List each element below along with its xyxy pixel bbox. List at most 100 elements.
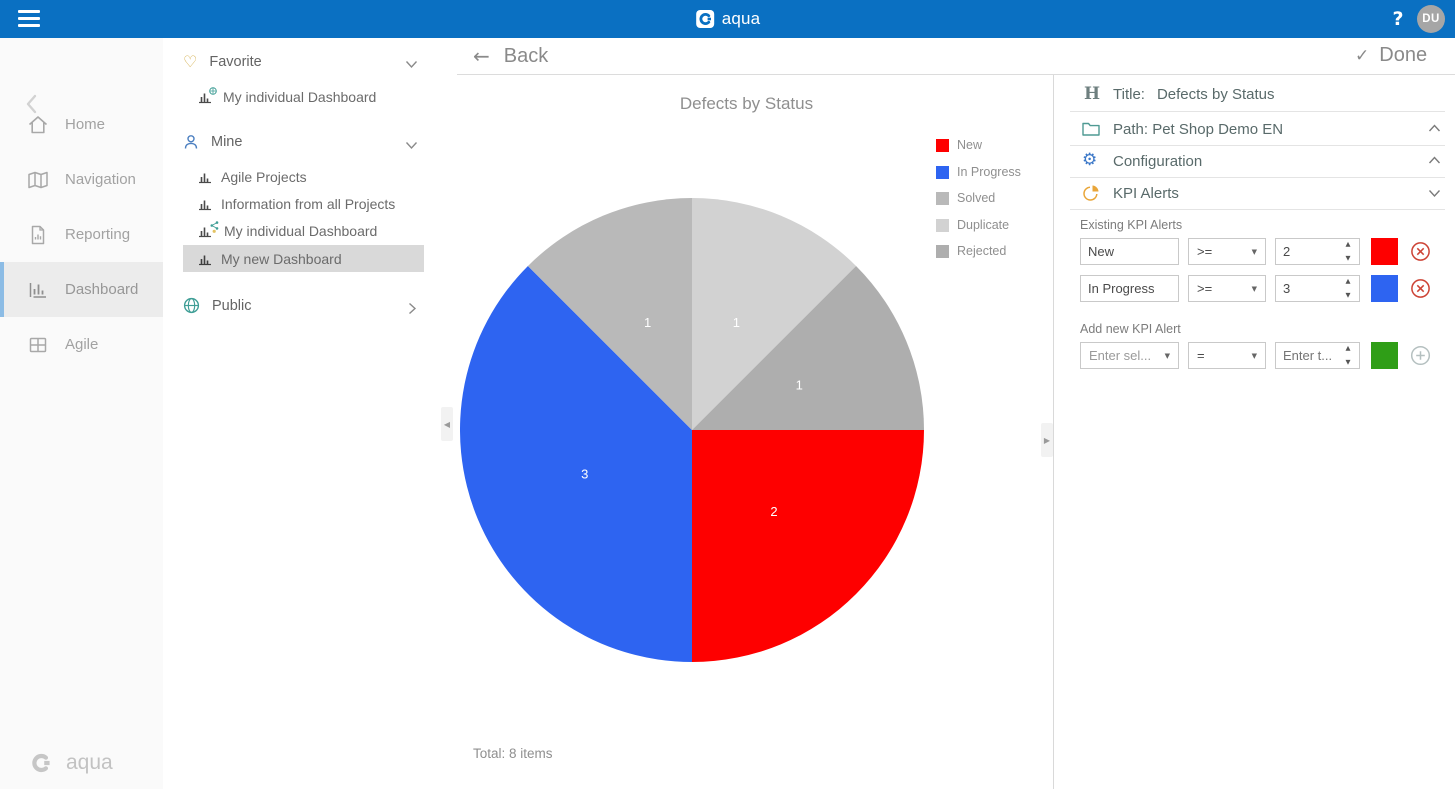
aqua-logo-icon [695, 9, 715, 29]
stepper-arrows[interactable]: ▲▼ [1342, 345, 1354, 366]
add-field-select[interactable]: Enter sel... ▼ [1080, 342, 1179, 369]
pie-chart: 23111 [460, 198, 924, 662]
alert-color-swatch[interactable] [1371, 275, 1398, 302]
legend-label: Solved [957, 192, 995, 205]
globe-badge-icon [209, 87, 217, 95]
legend-label: New [957, 139, 982, 152]
add-kpi-alert-label: Add new KPI Alert [1080, 322, 1181, 336]
add-operator-select[interactable]: = ▼ [1188, 342, 1266, 369]
tree-section-label: Favorite [209, 54, 261, 70]
add-threshold-stepper[interactable]: ▲▼ [1275, 342, 1360, 369]
panel-row-divider [1070, 209, 1445, 210]
legend-item-rejected[interactable]: Rejected [936, 245, 1021, 258]
tree-item-label: Agile Projects [221, 169, 307, 185]
dashboard-mini-icon [198, 197, 213, 211]
add-field-placeholder: Enter sel... [1089, 348, 1151, 363]
chevron-down-icon[interactable] [405, 60, 418, 69]
alert-operator-value: >= [1197, 244, 1212, 259]
dashboard-mini-icon [198, 89, 215, 104]
alert-field-input[interactable] [1080, 238, 1179, 265]
back-arrow-icon: ← [473, 44, 490, 68]
panel-divider [1053, 75, 1054, 789]
tree-item-mine-my-individual-dashboard[interactable]: My individual Dashboard [198, 217, 377, 244]
tree-section-public[interactable]: Public [183, 297, 252, 314]
back-button[interactable]: ← Back [473, 44, 548, 68]
sidebar-item-label: Agile [65, 336, 98, 353]
sidebar-footer-brand: aqua [66, 751, 113, 775]
menu-icon[interactable] [18, 10, 42, 28]
aqua-logo-gray-icon [28, 749, 56, 777]
heart-icon: ♡ [183, 54, 197, 70]
title-row-label: Title: [1113, 86, 1145, 103]
legend-label: In Progress [957, 166, 1021, 179]
add-alert-icon[interactable] [1410, 345, 1431, 366]
kpi-pie-icon [1082, 184, 1100, 202]
sidebar-item-home[interactable]: Home [0, 97, 163, 152]
sidebar-item-dashboard[interactable]: Dashboard [0, 262, 163, 317]
delete-alert-icon[interactable] [1410, 278, 1431, 299]
sidebar-item-label: Dashboard [65, 281, 138, 298]
chevron-right-icon[interactable] [408, 302, 417, 315]
tree-item-favorite-my-individual-dashboard[interactable]: My individual Dashboard [198, 83, 376, 110]
chart-legend: New In Progress Solved Duplicate Rejected [936, 139, 1021, 272]
map-icon [26, 168, 50, 192]
caret-down-icon: ▼ [1165, 352, 1170, 360]
globe-icon [183, 297, 200, 314]
alert-threshold-stepper[interactable]: ▲▼ [1275, 275, 1360, 302]
done-button[interactable]: ✓ Done [1355, 44, 1427, 67]
share-badge-icon [210, 221, 219, 233]
tree-item-information-from-all-projects[interactable]: Information from all Projects [198, 190, 395, 217]
brand: aqua [695, 0, 761, 38]
tree-section-label: Public [212, 298, 252, 314]
heading-icon: H [1084, 84, 1100, 104]
tree-section-favorite[interactable]: ♡ Favorite [183, 54, 262, 70]
chevron-up-icon[interactable] [1428, 156, 1441, 165]
topbar: aqua ? DU [0, 0, 1455, 38]
tree-item-label: My individual Dashboard [223, 89, 376, 105]
dashboard-mini-icon [198, 170, 213, 184]
alert-operator-select[interactable]: >= ▼ [1188, 275, 1266, 302]
legend-swatch [936, 192, 949, 205]
caret-down-icon: ▼ [1252, 352, 1257, 360]
delete-alert-icon[interactable] [1410, 241, 1431, 262]
carousel-right-arrow[interactable]: ▶ [1041, 423, 1053, 457]
alert-operator-select[interactable]: >= ▼ [1188, 238, 1266, 265]
pie-slice-new[interactable] [692, 430, 924, 662]
help-icon[interactable]: ? [1386, 5, 1410, 33]
tree-item-label: Information from all Projects [221, 196, 395, 212]
avatar[interactable]: DU [1417, 5, 1445, 33]
tree-item-label: My new Dashboard [221, 251, 342, 267]
tree-item-my-new-dashboard[interactable]: My new Dashboard [183, 245, 424, 272]
add-operator-value: = [1197, 348, 1205, 363]
panel-row-divider [1070, 177, 1445, 178]
chevron-down-icon[interactable] [1428, 189, 1441, 198]
path-row-label: Path: Pet Shop Demo EN [1113, 121, 1283, 138]
caret-down-icon: ▼ [1252, 248, 1257, 256]
stepper-arrows[interactable]: ▲▼ [1342, 278, 1354, 299]
sidebar-item-label: Navigation [65, 171, 136, 188]
chevron-up-icon[interactable] [1428, 124, 1441, 133]
legend-item-solved[interactable]: Solved [936, 192, 1021, 205]
legend-item-in-progress[interactable]: In Progress [936, 166, 1021, 179]
legend-label: Duplicate [957, 219, 1009, 232]
stepper-arrows[interactable]: ▲▼ [1342, 241, 1354, 262]
tree-section-mine[interactable]: Mine [183, 134, 242, 150]
add-color-swatch[interactable] [1371, 342, 1398, 369]
legend-item-new[interactable]: New [936, 139, 1021, 152]
person-icon [183, 134, 199, 150]
legend-item-duplicate[interactable]: Duplicate [936, 219, 1021, 232]
alert-field-input[interactable] [1080, 275, 1179, 302]
folder-icon [1082, 122, 1100, 136]
sidebar-item-navigation[interactable]: Navigation [0, 152, 163, 207]
pie-slice-value-label: 1 [796, 378, 803, 393]
legend-label: Rejected [957, 245, 1006, 258]
tree-item-agile-projects[interactable]: Agile Projects [198, 163, 307, 190]
sidebar-item-reporting[interactable]: Reporting [0, 207, 163, 262]
sidebar-item-agile[interactable]: Agile [0, 317, 163, 372]
header-divider [457, 74, 1455, 75]
alert-color-swatch[interactable] [1371, 238, 1398, 265]
chevron-down-icon[interactable] [405, 141, 418, 150]
legend-swatch [936, 219, 949, 232]
carousel-left-arrow[interactable]: ◀ [441, 407, 453, 441]
alert-threshold-stepper[interactable]: ▲▼ [1275, 238, 1360, 265]
